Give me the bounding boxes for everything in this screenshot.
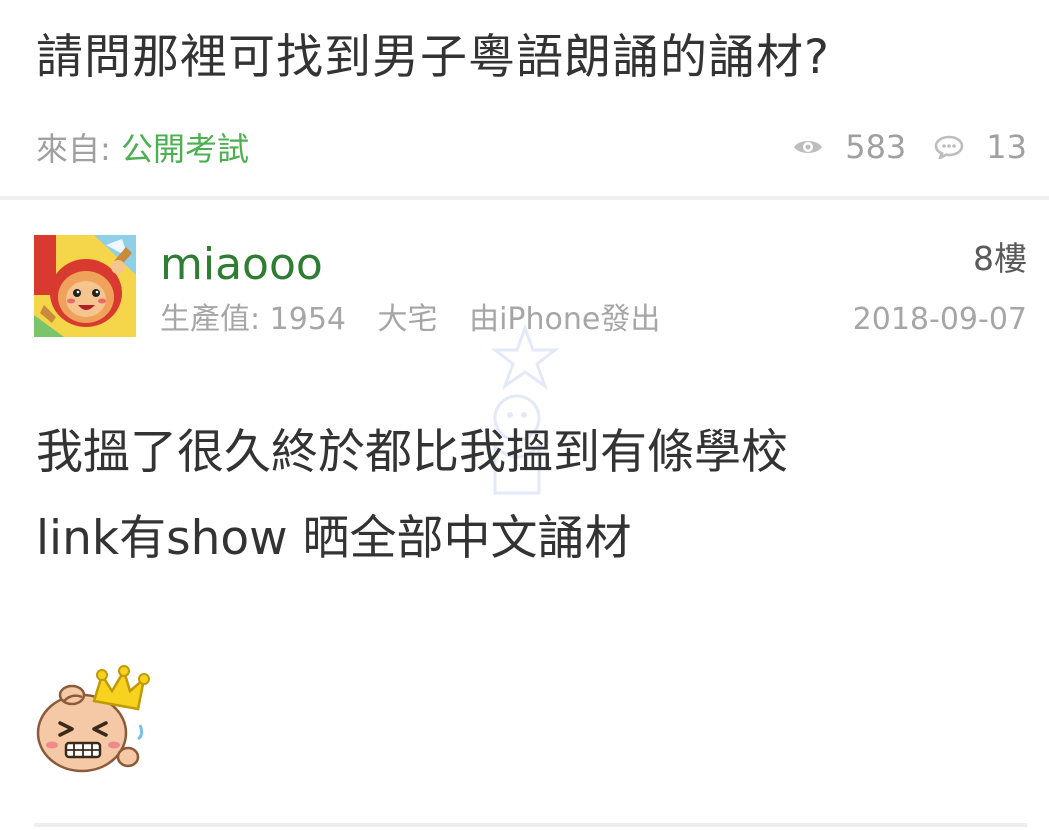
post-body-line: 我搵了很久終於都比我搵到有條學校 xyxy=(36,425,788,480)
thread-source: 來自: 公開考試 xyxy=(36,124,249,170)
post-date: 2018-09-07 xyxy=(852,302,1027,337)
user-rank: 大宅 xyxy=(377,302,438,337)
view-count-value: 583 xyxy=(845,128,907,166)
reply-count-value: 13 xyxy=(986,128,1027,166)
floor-number: 8樓 xyxy=(973,239,1027,278)
category-link[interactable]: 公開考試 xyxy=(121,130,249,168)
productivity-value: 生產值: 1954 xyxy=(160,302,346,337)
section-divider xyxy=(0,196,1049,200)
laughing-baby-crown-emoji-icon xyxy=(36,665,150,773)
post-body-line: link有show 晒全部中文誦材 xyxy=(36,511,632,566)
avatar[interactable] xyxy=(34,235,136,337)
bottom-divider xyxy=(34,823,1027,827)
eye-icon xyxy=(794,141,823,153)
username[interactable]: miaooo xyxy=(160,236,323,294)
thread-stats: 583 13 xyxy=(793,128,1027,166)
reply-count: 13 xyxy=(934,128,1027,166)
comment-bubble-icon xyxy=(934,135,964,159)
from-label: 來自: xyxy=(36,130,111,168)
post-body: 我搵了很久終於都比我搵到有條學校 link有show 晒全部中文誦材 xyxy=(36,410,788,582)
thread-title: 請問那裡可找到男子粵語朗誦的誦材? xyxy=(36,30,830,85)
drum-character-avatar-icon xyxy=(34,235,136,337)
thread-meta: 來自: 公開考試 583 13 xyxy=(36,124,1027,170)
view-count: 583 xyxy=(793,128,906,166)
